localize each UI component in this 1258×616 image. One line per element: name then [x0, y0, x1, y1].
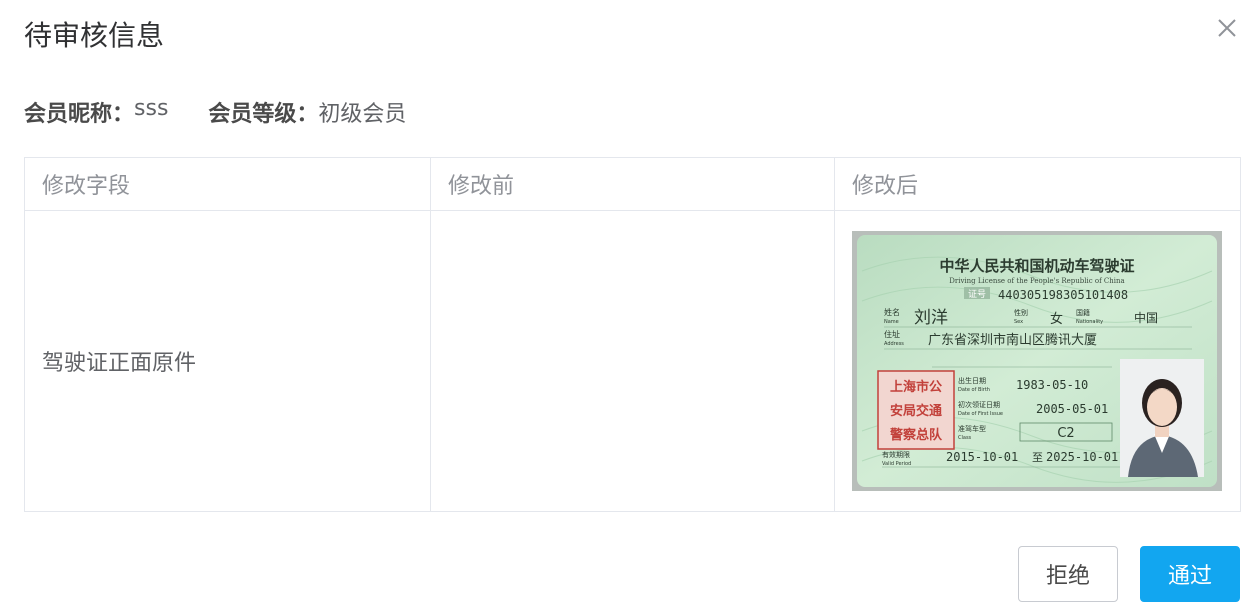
license-title: 中华人民共和国机动车驾驶证: [939, 257, 1134, 275]
cell-after: 中华人民共和国机动车驾驶证 Driving License of the Peo…: [834, 210, 1241, 512]
license-valid-label-en: Valid Period: [882, 461, 911, 467]
license-cert-label: 证号: [968, 289, 986, 300]
reject-button[interactable]: 拒绝: [1018, 546, 1118, 602]
driver-license-photo[interactable]: 中华人民共和国机动车驾驶证 Driving License of the Peo…: [852, 231, 1222, 491]
license-number: 440305198305101408: [998, 288, 1128, 302]
level-label: 会员等级：: [208, 102, 319, 127]
license-name: 刘洋: [914, 308, 948, 328]
close-icon[interactable]: [1215, 16, 1239, 40]
license-nationality-label: 国籍: [1076, 308, 1090, 317]
approve-button[interactable]: 通过: [1140, 546, 1240, 602]
license-first-issue: 2005-05-01: [1036, 402, 1108, 416]
license-address: 广东省深圳市南山区腾讯大厦: [928, 332, 1097, 348]
license-first-issue-label: 初次领证日期: [958, 400, 1000, 409]
license-nationality-label-en: Nationality: [1076, 319, 1103, 325]
license-birth-label: 出生日期: [958, 376, 986, 385]
license-address-label-en: Address: [884, 341, 904, 347]
nickname-value: sss: [134, 96, 169, 121]
license-birth: 1983-05-10: [1016, 378, 1088, 392]
table-row: 驾驶证正面原件 中华人民共和国机动车驾驶证 Driving License of…: [24, 210, 1241, 512]
dialog-title: 待审核信息: [24, 19, 165, 52]
license-class-label-en: Class: [958, 435, 972, 441]
table-header-row: 修改字段 修改前 修改后: [24, 157, 1241, 211]
stamp-line1: 上海市公: [890, 379, 942, 395]
license-birth-label-en: Date of Birth: [958, 387, 990, 393]
cell-before: [430, 210, 835, 512]
license-first-issue-label-en: Date of First Issue: [958, 411, 1003, 417]
license-valid-from: 2015-10-01: [946, 450, 1018, 464]
license-class: C2: [1057, 426, 1074, 441]
license-nationality: 中国: [1134, 310, 1158, 325]
header-after: 修改后: [834, 157, 1241, 211]
license-sex-label: 性别: [1014, 308, 1028, 317]
license-name-label-en: Name: [884, 319, 899, 325]
license-portrait: [1120, 359, 1204, 477]
header-field: 修改字段: [24, 157, 431, 211]
license-valid-to-word: 至: [1032, 451, 1043, 464]
stamp-line2: 安局交通: [890, 403, 942, 419]
license-valid-label: 有效期限: [882, 450, 910, 459]
nickname-label: 会员昵称：: [24, 102, 135, 127]
member-info: 会员昵称： sss 会员等级： 初级会员: [24, 96, 406, 128]
stamp-line3: 警察总队: [890, 427, 943, 443]
cell-field: 驾驶证正面原件: [24, 210, 431, 512]
license-valid-to: 2025-10-01: [1046, 450, 1118, 464]
license-subtitle: Driving License of the People's Republic…: [949, 277, 1124, 285]
level-value: 初级会员: [318, 102, 407, 127]
license-class-label: 准驾车型: [958, 424, 986, 433]
license-sex: 女: [1050, 311, 1063, 327]
header-before: 修改前: [430, 157, 835, 211]
license-name-label: 姓名: [884, 307, 900, 317]
changes-table: 修改字段 修改前 修改后 驾驶证正面原件 中华人民共和国机动车驾驶证 Drivi…: [24, 157, 1241, 512]
license-address-label: 住址: [884, 329, 900, 339]
license-sex-label-en: Sex: [1014, 319, 1023, 325]
